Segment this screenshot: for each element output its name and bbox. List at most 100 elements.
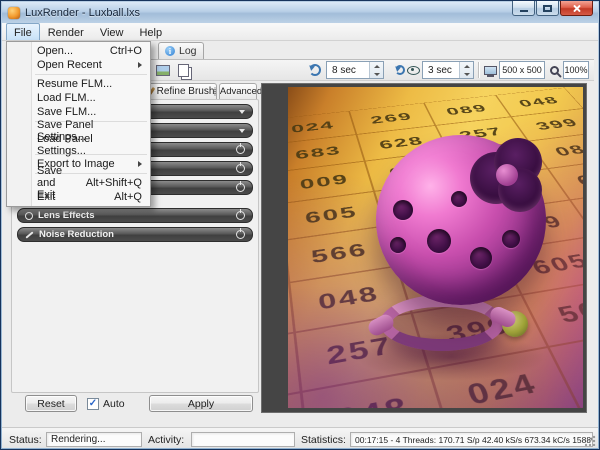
lens-icon	[25, 211, 33, 220]
resolution-field[interactable]: 500 x 500	[499, 61, 545, 79]
resize-grip[interactable]	[585, 435, 596, 446]
window-title: LuxRender - Luxball.lxs	[25, 6, 140, 19]
menu-item-save-and-exit[interactable]: Save and Exit Alt+Shift+Q	[7, 165, 150, 201]
zoom-button[interactable]	[546, 61, 562, 79]
spinner-buttons[interactable]	[369, 62, 383, 78]
minimize-button[interactable]	[512, 1, 535, 16]
toolbar-separator	[478, 62, 479, 78]
statistics-value-field: 00:17:15 - 4 Threads: 170.71 S/p 42.40 k…	[350, 432, 593, 447]
menu-item-exit[interactable]: Exit Alt+Q	[7, 190, 150, 204]
tab-log-label: Log	[179, 45, 197, 57]
menu-item-label: Save FLM...	[37, 106, 97, 118]
menu-help[interactable]: Help	[131, 23, 170, 40]
sphere-hole	[469, 247, 492, 270]
refresh-icon	[309, 64, 321, 76]
arrow-up-icon	[463, 64, 470, 68]
spin-up-button[interactable]	[460, 62, 473, 70]
app-icon	[8, 6, 20, 19]
titlebar[interactable]: LuxRender - Luxball.lxs	[2, 2, 598, 23]
auto-checkbox[interactable]	[87, 398, 99, 410]
activity-value-field	[191, 432, 295, 447]
activity-label: Activity:	[148, 434, 185, 446]
sphere-cutout	[469, 138, 548, 213]
write-interval-spinner[interactable]: 3 sec	[422, 61, 474, 79]
menu-item-shortcut: Alt+Shift+Q	[85, 177, 142, 189]
arrow-down-icon	[373, 72, 380, 76]
info-icon	[165, 46, 175, 56]
render-image: 6120090242690890486052626836282573995666…	[288, 87, 583, 408]
reset-button[interactable]: Reset	[25, 395, 77, 412]
sphere-hole	[389, 237, 406, 253]
display-interval-button[interactable]	[306, 61, 324, 79]
spin-up-button[interactable]	[370, 62, 383, 70]
section-label: Lens Effects	[38, 210, 95, 221]
spinner-buttons[interactable]	[459, 62, 473, 78]
power-toggle-icon[interactable]	[236, 209, 245, 220]
sphere-hole	[393, 199, 413, 220]
menu-item-resume-flm[interactable]: Resume FLM...	[7, 77, 150, 91]
statistics-label: Statistics:	[301, 434, 346, 446]
monitor-icon	[483, 65, 497, 77]
auto-checkbox-label[interactable]: Auto	[103, 398, 125, 410]
menu-item-load-flm[interactable]: Load FLM...	[7, 91, 150, 105]
maximize-button[interactable]	[536, 1, 559, 16]
power-toggle-icon[interactable]	[236, 181, 245, 192]
window-controls	[511, 1, 593, 16]
resolution-button[interactable]	[481, 61, 499, 79]
sphere-hole	[427, 228, 451, 253]
noise-reduction-icon	[25, 230, 34, 239]
close-button[interactable]	[560, 1, 593, 16]
power-toggle-icon[interactable]	[236, 228, 245, 239]
menu-item-load-panel-settings[interactable]: Load Panel Settings...	[7, 133, 150, 157]
menu-file[interactable]: File	[6, 23, 40, 40]
arrow-up-icon	[373, 64, 380, 68]
refresh-icon	[394, 65, 405, 75]
section-bar-noise-reduction[interactable]: Noise Reduction	[17, 227, 253, 242]
spin-down-button[interactable]	[460, 70, 473, 78]
menu-render[interactable]: Render	[40, 23, 92, 40]
arrow-down-icon	[463, 72, 470, 76]
display-interval-value: 8 sec	[332, 64, 356, 76]
menu-item-save-flm[interactable]: Save FLM...	[7, 105, 150, 119]
file-menu: Open... Ctrl+O Open Recent Resume FLM...…	[6, 41, 151, 207]
stand-ring	[380, 295, 504, 351]
tab-log[interactable]: Log	[158, 42, 204, 59]
submenu-arrow-icon	[138, 161, 142, 167]
status-value-field: Rendering...	[46, 432, 142, 447]
menu-item-open-recent[interactable]: Open Recent	[7, 58, 150, 72]
maximize-icon	[543, 4, 552, 12]
display-interval-spinner[interactable]: 8 sec	[326, 61, 384, 79]
render-view: 6120090242690890486052626836282573995666…	[261, 83, 587, 413]
power-toggle-icon[interactable]	[236, 162, 245, 173]
section-bar-lens-effects[interactable]: Lens Effects	[17, 208, 253, 223]
write-interval-value: 3 sec	[428, 64, 452, 76]
menu-item-export-to-image[interactable]: Export to Image	[7, 157, 150, 171]
copy-icon	[177, 63, 189, 77]
chevron-down-icon[interactable]	[239, 109, 245, 114]
section-label: Noise Reduction	[39, 229, 114, 240]
menu-view[interactable]: View	[92, 23, 132, 40]
apply-button[interactable]: Apply	[149, 395, 253, 412]
chevron-down-icon[interactable]	[239, 128, 245, 133]
status-label: Status:	[9, 434, 42, 446]
luxball-sphere	[376, 135, 546, 305]
copy-tool-button[interactable]	[174, 61, 192, 79]
spin-down-button[interactable]	[370, 70, 383, 78]
gear-icon	[213, 87, 216, 96]
image-tool-button[interactable]	[154, 61, 172, 79]
minimize-icon	[519, 9, 528, 12]
tab-advanced-label: Advanced	[219, 86, 263, 97]
menu-item-open[interactable]: Open... Ctrl+O	[7, 44, 150, 58]
menu-item-label: Load Panel Settings...	[37, 133, 93, 157]
menu-item-label: Resume FLM...	[37, 78, 113, 90]
inner-knob	[495, 164, 518, 187]
submenu-arrow-icon	[138, 62, 142, 68]
power-toggle-icon[interactable]	[236, 143, 245, 154]
zoom-field[interactable]: 100%	[563, 61, 589, 79]
menubar: File Render View Help	[2, 23, 598, 41]
tab-advanced[interactable]: Advanced	[213, 83, 262, 99]
write-interval-button[interactable]	[394, 61, 420, 79]
menu-item-shortcut: Alt+Q	[114, 191, 142, 203]
app-window: LuxRender - Luxball.lxs File Render View…	[0, 0, 600, 450]
tab-refine-brush[interactable]: Refine Brush	[147, 83, 217, 99]
